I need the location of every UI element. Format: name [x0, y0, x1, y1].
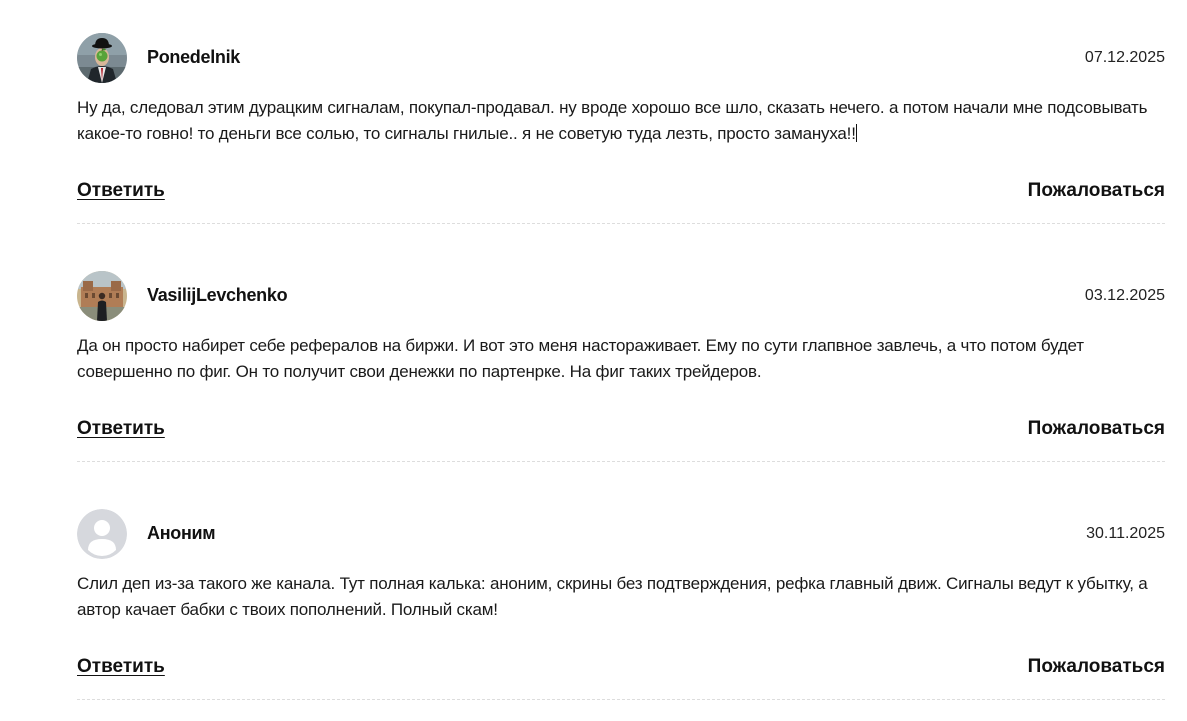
comment-text: Слил деп из-за такого же канала. Тут пол… [77, 574, 1148, 619]
comment-date: 03.12.2025 [1084, 287, 1165, 304]
comment-author[interactable]: Аноним [147, 523, 216, 544]
comment-divider [77, 223, 1165, 224]
report-button[interactable]: Пожаловаться [1028, 656, 1165, 678]
report-button[interactable]: Пожаловаться [1028, 418, 1165, 440]
comment-item: Ponedelnik 07.12.2025 Ну да, следовал эт… [77, 0, 1165, 238]
avatar[interactable] [77, 271, 127, 321]
avatar[interactable] [77, 509, 127, 559]
comment-date: 07.12.2025 [1084, 49, 1165, 66]
man-in-front-of-building-avatar-icon [77, 271, 127, 321]
text-cursor [855, 124, 857, 142]
comment-text-content: Ну да, следовал этим дурацким сигналам, … [77, 98, 1148, 143]
comment-author[interactable]: Ponedelnik [147, 47, 240, 68]
man-with-apple-avatar-icon [77, 33, 127, 83]
comments-list: Ponedelnik 07.12.2025 Ну да, следовал эт… [77, 0, 1165, 714]
reply-link[interactable]: Ответить [77, 418, 165, 440]
comment-item: Аноним 30.11.2025 Слил деп из-за такого … [77, 476, 1165, 714]
comment-date: 30.11.2025 [1086, 525, 1165, 542]
default-user-avatar-icon [77, 509, 127, 559]
report-button[interactable]: Пожаловаться [1028, 180, 1165, 202]
comment-item: VasilijLevchenko 03.12.2025 Да он просто… [77, 238, 1165, 476]
comment-text: Ну да, следовал этим дурацким сигналам, … [77, 95, 1165, 147]
comment-text: Да он просто набирет себе рефералов на б… [77, 336, 1084, 381]
avatar[interactable] [77, 33, 127, 83]
reply-link[interactable]: Ответить [77, 180, 165, 202]
comment-divider [77, 699, 1165, 700]
comment-divider [77, 461, 1165, 462]
reply-link[interactable]: Ответить [77, 656, 165, 678]
comment-author[interactable]: VasilijLevchenko [147, 285, 288, 306]
